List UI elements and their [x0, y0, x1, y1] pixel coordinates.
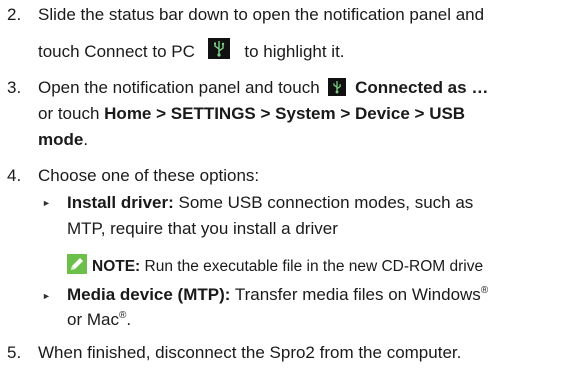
pencil-icon [67, 254, 87, 274]
option-text: Media device (MTP): Transfer media files… [67, 285, 489, 304]
option-text: Install driver: Some USB connection mode… [67, 193, 474, 212]
usb-icon [328, 78, 347, 96]
step-text: or touch Home > SETTINGS > System > Devi… [38, 104, 466, 123]
step-text: mode. [38, 130, 89, 149]
note: NOTE: Run the executable file in the new… [67, 254, 483, 276]
step-text: touch Connect to PC to highlight it. [38, 38, 345, 62]
step-text: Slide the status bar down to open the no… [38, 5, 485, 24]
usb-icon [207, 38, 230, 59]
step-text: When finished, disconnect the Spro2 from… [38, 343, 462, 362]
step-number: 3. [7, 78, 22, 97]
manual-page: 2. Slide the status bar down to open the… [0, 0, 577, 368]
option-text: MTP, require that you install a driver [67, 219, 338, 238]
option-text: or Mac®. [67, 310, 132, 329]
bullet-icon: ► [42, 198, 51, 208]
step-number: 5. [7, 343, 22, 362]
step-number: 2. [7, 5, 22, 24]
step-text: Choose one of these options: [38, 166, 260, 185]
bullet-icon: ► [42, 291, 51, 301]
step-text: Open the notification panel and touch Co… [38, 78, 489, 97]
step-number: 4. [7, 166, 22, 185]
